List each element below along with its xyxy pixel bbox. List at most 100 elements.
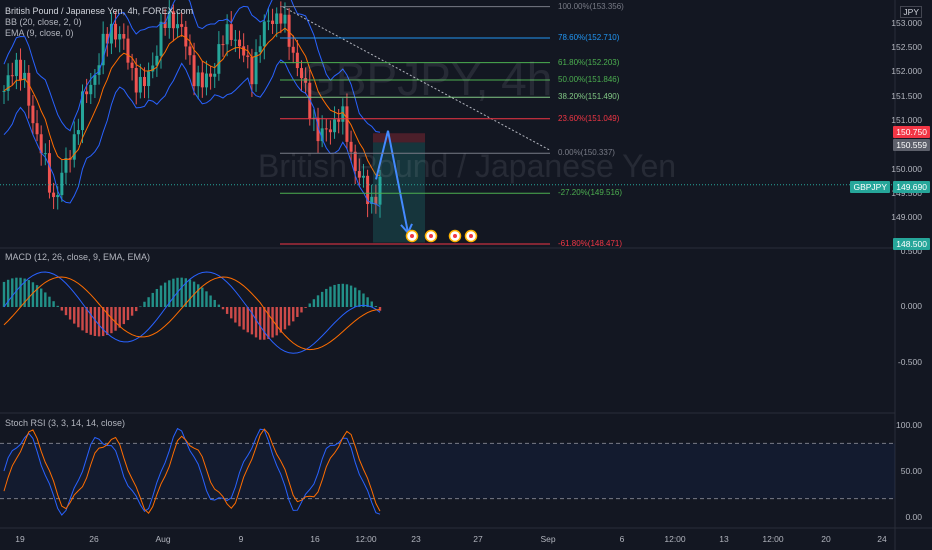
- candle: [43, 153, 47, 155]
- macd-histogram-bar: [159, 285, 163, 307]
- macd-histogram-bar: [114, 307, 117, 331]
- macd-histogram-bar: [163, 282, 167, 307]
- candle: [52, 192, 56, 198]
- rsi-axis-label: 50.00: [900, 466, 922, 476]
- candle: [238, 39, 242, 47]
- macd-histogram-bar: [205, 291, 208, 307]
- macd-histogram-bar: [250, 307, 254, 335]
- time-axis-label: Sep: [540, 534, 556, 544]
- macd-histogram-bar: [155, 288, 159, 307]
- macd-histogram-bar: [254, 307, 258, 338]
- macd-histogram-bar: [188, 279, 192, 307]
- candle: [291, 46, 295, 53]
- main-legend: British Pound / Japanese Yen, 4h, FOREX.…: [5, 6, 193, 39]
- macd-histogram-bar: [201, 287, 204, 307]
- candle: [258, 46, 262, 53]
- fib-level-label: -27.20%(149.516): [558, 188, 623, 198]
- candle: [283, 14, 287, 24]
- stoch-legend[interactable]: Stoch RSI (3, 3, 14, 14, close): [5, 418, 125, 429]
- macd-histogram-bar: [378, 307, 382, 311]
- macd-histogram-bar: [234, 307, 237, 323]
- time-axis-label: 12:00: [664, 534, 686, 544]
- candle: [147, 71, 151, 87]
- macd-histogram-bar: [225, 307, 229, 314]
- macd-histogram-bar: [300, 307, 303, 313]
- macd-histogram-bar: [267, 307, 270, 339]
- candle: [217, 44, 221, 74]
- macd-histogram-bar: [333, 284, 336, 307]
- time-axis-label: Aug: [155, 534, 171, 544]
- macd-histogram-bar: [374, 306, 378, 307]
- candle: [204, 73, 208, 88]
- price-tag-teal: 148.500: [893, 238, 930, 250]
- event-marker-dot: [469, 234, 473, 238]
- macd-histogram-bar: [258, 307, 262, 340]
- event-marker-dot: [429, 234, 433, 238]
- macd-histogram-bar: [209, 295, 212, 307]
- macd-histogram-bar: [106, 307, 109, 335]
- fib-level-label: 61.80%(152.203): [558, 57, 620, 67]
- candle: [271, 20, 275, 25]
- candle: [19, 59, 23, 81]
- rsi-axis-label: 100.00: [896, 420, 922, 430]
- macd-histogram-bar: [135, 307, 138, 312]
- stoch-band-fill: [0, 443, 895, 499]
- time-axis-label: 12:00: [355, 534, 377, 544]
- macd-axis-label: -0.500: [897, 357, 922, 367]
- ema-legend[interactable]: EMA (9, close, 0): [5, 28, 193, 39]
- time-axis-label: 23: [411, 534, 421, 544]
- macd-histogram-bar: [139, 306, 142, 308]
- candle: [266, 20, 270, 22]
- fib-level-label: 78.60%(152.710): [558, 32, 620, 42]
- fib-level-label: 23.60%(151.049): [558, 113, 620, 123]
- macd-histogram-bar: [110, 307, 113, 334]
- candle: [47, 153, 51, 193]
- macd-legend[interactable]: MACD (12, 26, close, 9, EMA, EMA): [5, 252, 150, 263]
- candle: [64, 157, 68, 173]
- signal-line: [3, 276, 381, 351]
- macd-histogram-bar: [292, 307, 295, 322]
- candle: [337, 119, 341, 122]
- time-axis-label: 19: [15, 534, 25, 544]
- candle: [35, 123, 39, 135]
- candle: [2, 90, 6, 92]
- time-axis-label: 24: [877, 534, 887, 544]
- time-axis-label: 16: [310, 534, 320, 544]
- macd-histogram-bar: [44, 292, 47, 307]
- candle: [213, 73, 217, 77]
- macd-histogram-bar: [316, 295, 320, 307]
- macd-histogram-bar: [196, 284, 200, 307]
- time-axis-label: 12:00: [762, 534, 784, 544]
- macd-histogram-bar: [217, 304, 221, 307]
- candle: [126, 38, 130, 63]
- macd-histogram-bar: [130, 307, 134, 316]
- macd-histogram-bar: [325, 288, 328, 307]
- candle: [93, 74, 97, 85]
- candle: [85, 91, 89, 95]
- macd-histogram-bar: [52, 301, 55, 307]
- currency-label[interactable]: JPY: [900, 6, 922, 18]
- candle: [279, 13, 283, 24]
- bb-legend[interactable]: BB (20, close, 2, 0): [5, 17, 193, 28]
- candle: [262, 21, 266, 47]
- candle: [200, 72, 204, 88]
- macd-histogram-bar: [151, 292, 154, 307]
- fib-level-label: 50.00%(151.846): [558, 74, 620, 84]
- fib-level-label: 100.00%(153.356): [558, 1, 624, 11]
- macd-histogram-bar: [77, 307, 80, 328]
- candle: [324, 128, 328, 130]
- macd-histogram-bar: [349, 285, 353, 307]
- macd-histogram-bar: [370, 301, 373, 307]
- macd-histogram-bar: [341, 283, 345, 307]
- candle: [345, 106, 349, 142]
- macd-histogram-bar: [246, 307, 249, 333]
- macd-histogram-bar: [275, 307, 278, 336]
- macd-histogram-bar: [263, 307, 266, 340]
- macd-axis-label: 0.000: [900, 301, 922, 311]
- macd-histogram-bar: [39, 288, 43, 307]
- macd-histogram-bar: [180, 277, 183, 307]
- candle: [60, 172, 64, 196]
- price-axis-label: 152.000: [891, 66, 922, 77]
- candle: [221, 44, 225, 46]
- macd-histogram-bar: [337, 283, 340, 307]
